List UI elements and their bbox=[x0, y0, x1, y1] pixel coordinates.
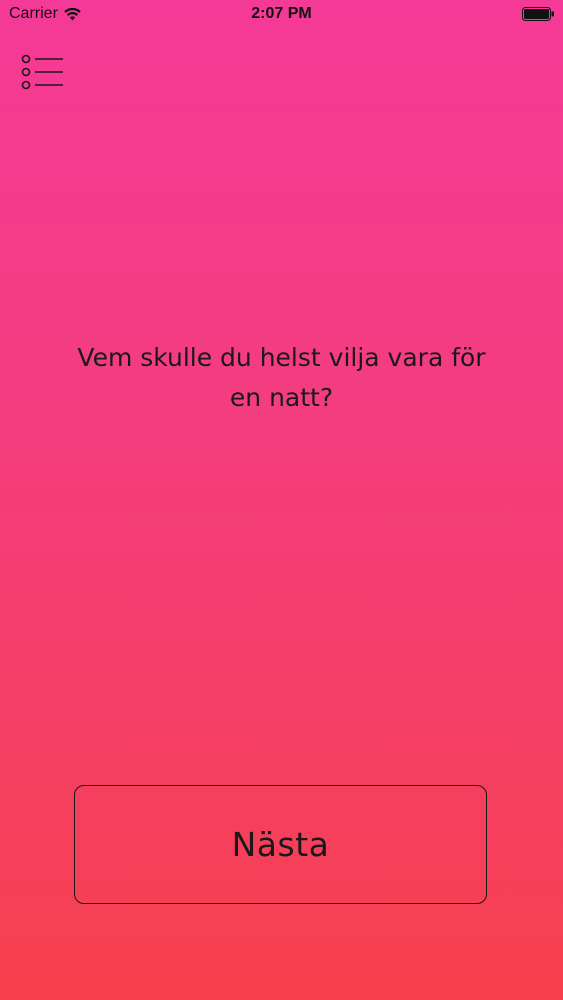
list-menu-icon[interactable] bbox=[18, 52, 66, 92]
status-time: 2:07 PM bbox=[251, 5, 312, 22]
question-text: Vem skulle du helst vilja vara för en na… bbox=[77, 343, 486, 412]
status-bar: Carrier 2:07 PM bbox=[0, 0, 563, 30]
app-screen: Carrier 2:07 PM Vem skulle du helst vilj… bbox=[0, 0, 563, 1000]
next-button-label: Nästa bbox=[231, 825, 330, 864]
battery-icon bbox=[522, 7, 555, 21]
next-button[interactable]: Nästa bbox=[74, 785, 487, 904]
